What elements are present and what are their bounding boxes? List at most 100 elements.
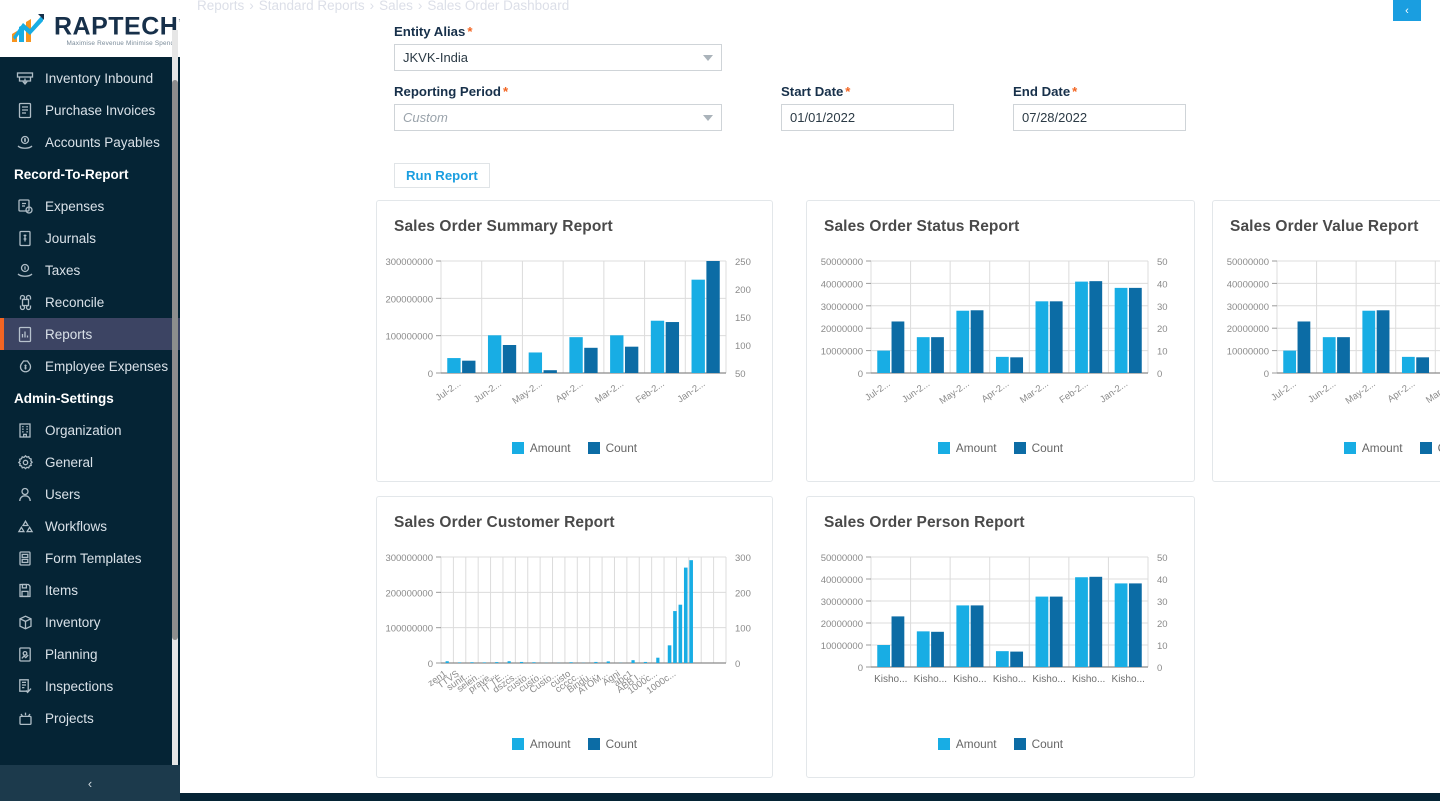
- legend-item-count[interactable]: Count: [1013, 441, 1063, 455]
- sidebar-collapse-button[interactable]: ‹: [0, 765, 180, 801]
- card-title: Sales Order Person Report: [824, 514, 1025, 531]
- x-axis-label: May-2...: [937, 378, 971, 406]
- sidebar-item-planning[interactable]: Planning: [0, 638, 180, 670]
- legend-item-count[interactable]: Count: [587, 441, 637, 455]
- sidebar-item-expenses[interactable]: Expenses: [0, 190, 180, 222]
- raptech-logo-icon: [10, 12, 50, 46]
- svg-text:50000000: 50000000: [821, 553, 863, 564]
- bar-count: [1010, 651, 1024, 667]
- sidebar-item-label: Inventory: [45, 614, 101, 630]
- organization-icon: [14, 421, 36, 439]
- x-axis-label: Jan-2...: [1097, 378, 1129, 405]
- legend-item-count[interactable]: Count: [1419, 441, 1440, 455]
- sidebar-item-workflows[interactable]: Workflows: [0, 510, 180, 542]
- bar-amount: [1035, 596, 1049, 667]
- bar-amount: [650, 320, 665, 373]
- sidebar-group-label: Record-To-Report: [14, 166, 129, 182]
- legend-item-amount[interactable]: Amount: [937, 441, 997, 455]
- legend-swatch: [1013, 442, 1026, 454]
- sidebar-item-reconcile[interactable]: Reconcile: [0, 286, 180, 318]
- bar-count: [624, 346, 639, 373]
- app-logo[interactable]: RAPTECH™ Maximise Revenue Minimise Spend: [0, 0, 180, 57]
- svg-text:0: 0: [428, 369, 433, 380]
- sidebar-item-projects[interactable]: Projects: [0, 702, 180, 734]
- legend-item-amount[interactable]: Amount: [511, 441, 571, 455]
- sidebar-item-users[interactable]: Users: [0, 478, 180, 510]
- bar-amount: [610, 335, 624, 373]
- start-date-input[interactable]: 01/01/2022: [781, 104, 954, 131]
- legend-item-count[interactable]: Count: [1013, 737, 1063, 751]
- breadcrumb-item[interactable]: Sales Order Dashboard: [427, 0, 569, 13]
- sidebar-item-accounts-payables[interactable]: Accounts Payables: [0, 126, 180, 158]
- entity-alias-select[interactable]: JKVK-India: [394, 44, 722, 71]
- legend-label: Amount: [955, 441, 997, 455]
- sidebar-group-label: Admin-Settings: [14, 390, 114, 406]
- bar-count: [584, 347, 598, 373]
- required-marker: *: [845, 84, 851, 99]
- svg-text:10000000: 10000000: [821, 641, 863, 652]
- svg-text:300000000: 300000000: [385, 257, 433, 268]
- sidebar-item-employee-expenses[interactable]: Employee Expenses: [0, 350, 180, 382]
- legend-item-amount[interactable]: Amount: [1343, 441, 1403, 455]
- bar-count: [1010, 357, 1024, 373]
- bar-amount: [487, 335, 502, 373]
- run-report-button[interactable]: Run Report: [394, 163, 490, 188]
- breadcrumb-item[interactable]: Standard Reports: [259, 0, 365, 13]
- reporting-period-select[interactable]: Custom: [394, 104, 722, 131]
- bar-count: [462, 360, 476, 373]
- svg-text:50: 50: [735, 369, 746, 380]
- sidebar-item-inspections[interactable]: Inspections: [0, 670, 180, 702]
- panel-collapse-button[interactable]: ‹: [1393, 0, 1421, 21]
- svg-text:20000000: 20000000: [1227, 324, 1269, 335]
- sidebar-item-general[interactable]: General: [0, 446, 180, 478]
- bar-count: [706, 261, 720, 373]
- sidebar-item-label: Accounts Payables: [45, 134, 160, 150]
- sidebar-item-inventory[interactable]: Inventory: [0, 606, 180, 638]
- svg-text:200: 200: [735, 588, 751, 599]
- chart-legend: Amount Count: [807, 737, 1194, 751]
- x-axis-label: Jun-2...: [900, 378, 932, 405]
- sidebar-item-organization[interactable]: Organization: [0, 414, 180, 446]
- svg-text:10000000: 10000000: [1227, 347, 1269, 358]
- bar-amount: [995, 356, 1009, 373]
- legend-item-amount[interactable]: Amount: [511, 737, 571, 751]
- sidebar-item-label: Planning: [45, 646, 98, 662]
- bar-count: [1089, 576, 1103, 667]
- end-date-input[interactable]: 07/28/2022: [1013, 104, 1186, 131]
- bar-amount: [995, 651, 1009, 667]
- legend-label: Amount: [529, 441, 571, 455]
- breadcrumb-item[interactable]: Sales: [379, 0, 413, 13]
- svg-text:10: 10: [1157, 641, 1168, 652]
- sidebar-item-reports[interactable]: Reports: [0, 318, 180, 350]
- svg-text:20: 20: [1157, 619, 1168, 630]
- bar-amount: [445, 661, 449, 663]
- inventory-icon: [14, 613, 36, 631]
- sidebar-item-journals[interactable]: Journals: [0, 222, 180, 254]
- start-date-field: Start Date * 01/01/2022: [781, 84, 954, 131]
- sidebar-item-purchase-invoices[interactable]: Purchase Invoices: [0, 94, 180, 126]
- start-date-value: 01/01/2022: [790, 110, 856, 125]
- bar-amount: [656, 657, 660, 663]
- svg-text:40: 40: [1157, 575, 1168, 586]
- bar-amount: [1114, 583, 1128, 667]
- legend-item-amount[interactable]: Amount: [937, 737, 997, 751]
- svg-text:0: 0: [858, 663, 863, 674]
- x-axis-label: Mar-2...: [1423, 378, 1440, 406]
- svg-text:300: 300: [735, 553, 751, 564]
- projects-icon: [14, 709, 36, 727]
- legend-item-count[interactable]: Count: [587, 737, 637, 751]
- svg-text:30000000: 30000000: [821, 302, 863, 313]
- x-axis-label: Kisho...: [874, 674, 907, 685]
- sidebar-item-label: Taxes: [45, 262, 81, 278]
- sidebar-item-taxes[interactable]: Taxes: [0, 254, 180, 286]
- sidebar-item-inventory-inbound[interactable]: Inventory Inbound: [0, 62, 180, 94]
- svg-text:20: 20: [1157, 324, 1168, 335]
- sidebar-item-items[interactable]: Items: [0, 574, 180, 606]
- sidebar-scrollbar[interactable]: [172, 80, 178, 640]
- sidebar-group-admin-settings: Admin-Settings: [0, 382, 180, 414]
- sidebar-item-form-templates[interactable]: Form Templates: [0, 542, 180, 574]
- sidebar-item-label: Projects: [45, 710, 94, 726]
- bar-amount: [1401, 356, 1415, 373]
- svg-text:0: 0: [1157, 369, 1162, 380]
- breadcrumb-item[interactable]: Reports: [197, 0, 244, 13]
